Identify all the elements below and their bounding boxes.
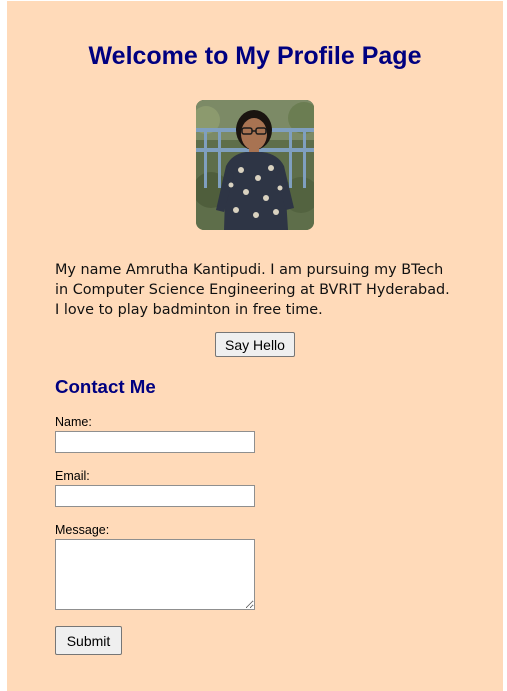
submit-button[interactable]: Submit [55, 626, 122, 655]
name-field[interactable] [55, 431, 255, 453]
message-field[interactable] [55, 539, 255, 610]
email-label: Email: [55, 469, 90, 483]
bio-text: My name Amrutha Kantipudi. I am pursuing… [55, 262, 450, 318]
photo-container [55, 100, 455, 230]
profile-photo [196, 100, 314, 230]
page-title: Welcome to My Profile Page [88, 42, 422, 70]
hello-button-wrap: Say Hello [55, 332, 455, 357]
profile-photo-image [196, 100, 314, 230]
say-hello-button[interactable]: Say Hello [215, 332, 295, 357]
contact-form: Name: Email: Message: Submit [55, 415, 455, 655]
name-label: Name: [55, 415, 92, 429]
contact-heading: Contact Me [55, 376, 156, 397]
email-field[interactable] [55, 485, 255, 507]
profile-card: Welcome to My Profile Page My name Amrut… [7, 1, 503, 691]
message-label: Message: [55, 523, 110, 537]
